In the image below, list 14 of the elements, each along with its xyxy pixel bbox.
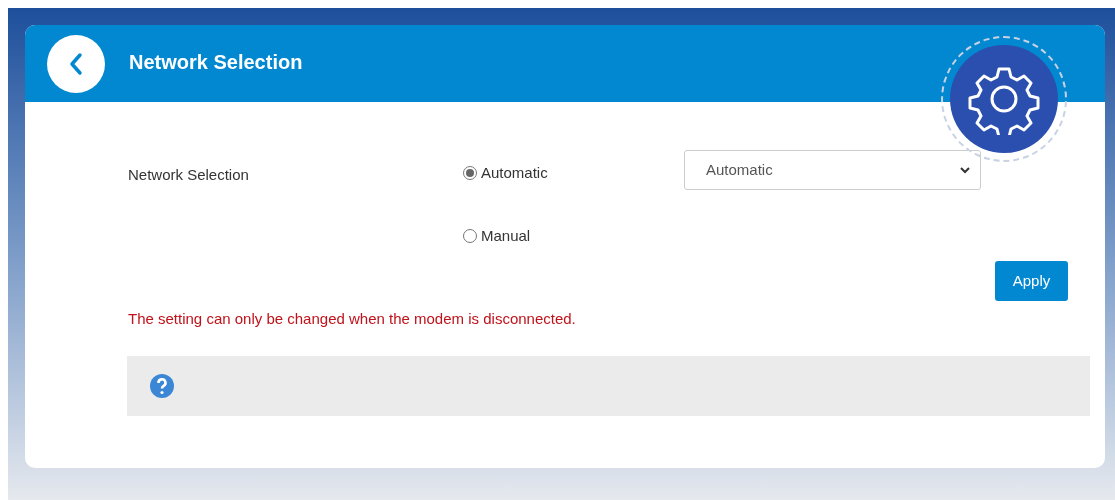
help-icon[interactable] bbox=[150, 373, 174, 398]
back-button[interactable] bbox=[47, 34, 105, 93]
field-label: Network Selection bbox=[128, 165, 250, 185]
radio-button[interactable] bbox=[463, 166, 477, 181]
radio-label: Automatic bbox=[481, 163, 548, 183]
back-icon bbox=[69, 51, 83, 76]
warning-message: The setting can only be changed when the modem is disconnected. bbox=[128, 309, 577, 329]
network-select[interactable]: Automatic bbox=[684, 150, 981, 190]
apply-button[interactable]: Apply bbox=[995, 261, 1068, 301]
page-title: Network Selection bbox=[129, 49, 303, 75]
radio-button[interactable] bbox=[463, 228, 477, 243]
radio-label: Manual bbox=[481, 225, 531, 246]
chevron-icon bbox=[960, 166, 970, 174]
select-value: Automatic bbox=[706, 159, 773, 180]
